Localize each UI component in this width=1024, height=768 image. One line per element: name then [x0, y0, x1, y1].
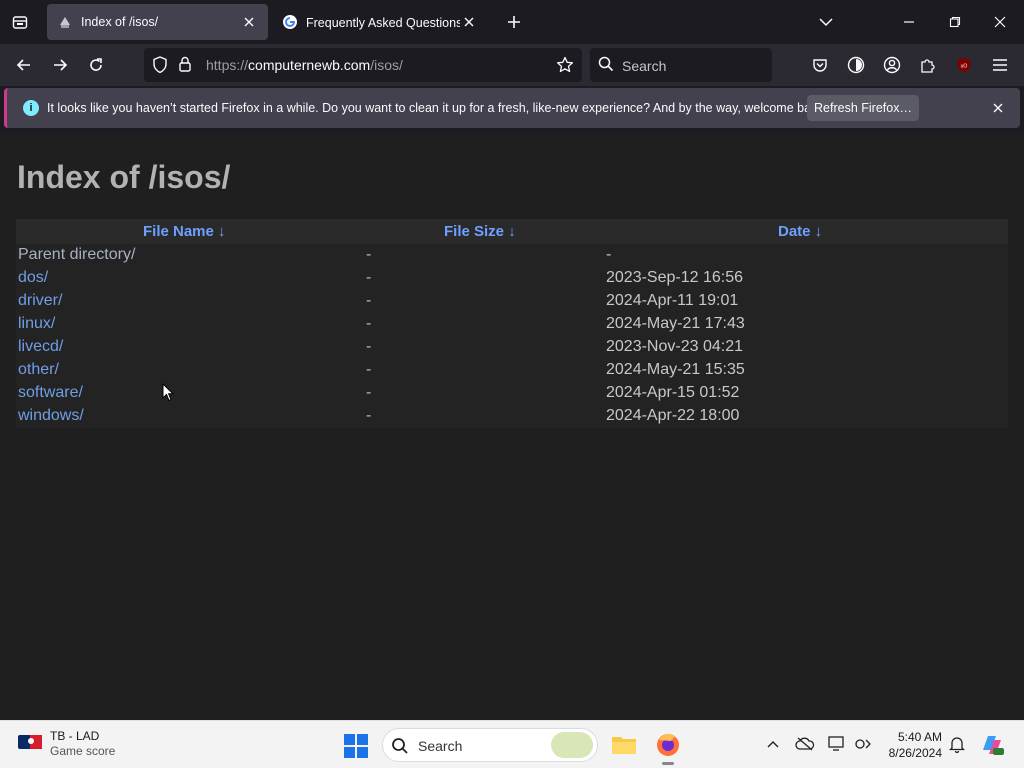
table-row: Parent directory/ - - — [16, 244, 1008, 267]
table-row: livecd/ - 2023-Nov-23 04:21 — [16, 336, 1008, 359]
site-favicon-icon — [57, 14, 73, 30]
close-notification-icon[interactable] — [990, 100, 1006, 116]
folder-link-livecd[interactable]: livecd/ — [18, 338, 63, 356]
file-date: - — [606, 246, 612, 263]
firefox-taskbar-icon[interactable] — [652, 729, 684, 765]
file-date: 2024-Apr-22 18:00 — [606, 407, 740, 424]
folder-link-other[interactable]: other/ — [18, 361, 59, 379]
extensions-puzzle-icon[interactable] — [914, 51, 942, 79]
taskbar-search-box[interactable]: Search — [382, 728, 598, 762]
file-size: - — [366, 292, 372, 309]
sports-widget[interactable]: TB - LAD Game score — [18, 729, 115, 759]
sort-by-file-size-link[interactable]: File Size ↓ — [444, 223, 516, 240]
folder-link-linux[interactable]: linux/ — [18, 315, 55, 333]
search-icon — [391, 737, 409, 760]
mouse-cursor-icon — [162, 382, 175, 407]
restore-icon[interactable] — [941, 8, 969, 36]
clock-date: 8/26/2024 — [888, 746, 942, 760]
file-date: 2024-May-21 17:43 — [606, 315, 745, 332]
notification-bell-icon[interactable] — [946, 733, 968, 755]
table-row: other/ - 2024-May-21 15:35 — [16, 359, 1008, 382]
info-icon: i — [23, 100, 39, 116]
file-size: - — [366, 246, 372, 263]
reload-icon[interactable] — [82, 51, 110, 79]
tab-title: Frequently Asked Questions | ⋯ — [306, 15, 460, 30]
chevron-up-icon[interactable] — [762, 733, 784, 755]
onedrive-offline-icon[interactable] — [794, 733, 816, 755]
search-placeholder: Search — [622, 58, 667, 74]
folder-link-software[interactable]: software/ — [18, 384, 83, 402]
tab-faq[interactable]: Frequently Asked Questions | ⋯ — [272, 4, 488, 40]
file-date: 2024-May-21 15:35 — [606, 361, 745, 378]
close-tab-icon[interactable] — [460, 13, 478, 31]
file-size: - — [366, 407, 372, 424]
file-size: - — [366, 315, 372, 332]
tab-strip: Index of /isos/ Frequently Asked Questio… — [0, 0, 1024, 44]
file-date: 2024-Apr-11 19:01 — [606, 292, 739, 309]
navigation-toolbar: https://computernewb.com/isos/ Search uO — [0, 44, 1024, 86]
file-date: 2023-Nov-23 04:21 — [606, 338, 743, 355]
close-window-icon[interactable] — [986, 8, 1014, 36]
file-date: 2024-Apr-15 01:52 — [606, 384, 740, 401]
tab-title: Index of /isos/ — [81, 15, 159, 29]
tracking-protection-shield-icon[interactable] — [152, 56, 168, 79]
new-tab-icon[interactable] — [502, 10, 526, 34]
taskbar-search-placeholder: Search — [418, 738, 463, 754]
folder-link-dos[interactable]: dos/ — [18, 269, 48, 287]
refresh-firefox-notification: i It looks like you haven’t started Fire… — [4, 88, 1020, 128]
table-row: dos/ - 2023-Sep-12 16:56 — [16, 267, 1008, 290]
bookmark-star-icon[interactable] — [556, 56, 574, 79]
firefox-view-icon[interactable] — [842, 51, 870, 79]
network-icon[interactable] — [852, 733, 874, 755]
search-highlight-image — [551, 732, 593, 758]
system-clock[interactable]: 5:40 AM 8/26/2024 — [880, 729, 942, 761]
forward-arrow-icon[interactable] — [46, 51, 74, 79]
pocket-icon[interactable] — [806, 51, 834, 79]
copilot-icon[interactable] — [976, 729, 1008, 761]
google-g-icon — [282, 14, 298, 30]
svg-text:uO: uO — [961, 64, 968, 70]
file-date: 2023-Sep-12 16:56 — [606, 269, 743, 286]
table-row: driver/ - 2024-Apr-11 19:01 — [16, 290, 1008, 313]
search-icon — [598, 56, 614, 77]
file-size: - — [366, 338, 372, 355]
table-header: File Name ↓ File Size ↓ Date ↓ — [16, 219, 1008, 244]
file-explorer-icon[interactable] — [608, 729, 640, 761]
page-content: Index of /isos/ File Name ↓ File Size ↓ … — [0, 132, 1024, 720]
folder-link-windows[interactable]: windows/ — [18, 407, 84, 425]
windows-start-icon[interactable] — [343, 733, 369, 764]
refresh-firefox-button[interactable]: Refresh Firefox… — [807, 95, 919, 121]
table-row: linux/ - 2024-May-21 17:43 — [16, 313, 1008, 336]
account-icon[interactable] — [878, 51, 906, 79]
windows-taskbar: TB - LAD Game score Search 5:40 AM 8/26/… — [0, 720, 1024, 768]
minimize-icon[interactable] — [895, 8, 923, 36]
hamburger-menu-icon[interactable] — [986, 51, 1014, 79]
address-bar[interactable]: https://computernewb.com/isos/ — [144, 48, 582, 82]
padlock-icon[interactable] — [178, 56, 192, 77]
back-arrow-icon[interactable] — [10, 51, 38, 79]
file-size: - — [366, 269, 372, 286]
parent-directory-link[interactable]: Parent directory/ — [18, 246, 135, 264]
widget-title: TB - LAD — [50, 729, 100, 743]
url-text[interactable]: https://computernewb.com/isos/ — [206, 57, 403, 73]
search-bar[interactable]: Search — [590, 48, 772, 82]
table-row: windows/ - 2024-Apr-22 18:00 — [16, 405, 1008, 428]
sort-by-date-link[interactable]: Date ↓ — [778, 223, 822, 240]
file-size: - — [366, 384, 372, 401]
widget-subtitle: Game score — [50, 744, 116, 758]
file-size: - — [366, 361, 372, 378]
sort-by-file-name-link[interactable]: File Name ↓ — [143, 223, 226, 240]
page-title: Index of /isos/ — [17, 159, 231, 195]
clock-time: 5:40 AM — [897, 730, 942, 744]
ublock-origin-icon[interactable]: uO — [950, 51, 978, 79]
tab-index-isos[interactable]: Index of /isos/ — [47, 4, 268, 40]
display-icon[interactable] — [826, 733, 848, 755]
close-tab-icon[interactable] — [240, 13, 258, 31]
chevron-down-icon[interactable] — [812, 8, 840, 36]
list-all-tabs-icon[interactable] — [6, 8, 34, 36]
mlb-logo-icon — [18, 734, 42, 754]
folder-link-driver[interactable]: driver/ — [18, 292, 62, 310]
notification-message: It looks like you haven’t started Firefo… — [47, 101, 828, 115]
